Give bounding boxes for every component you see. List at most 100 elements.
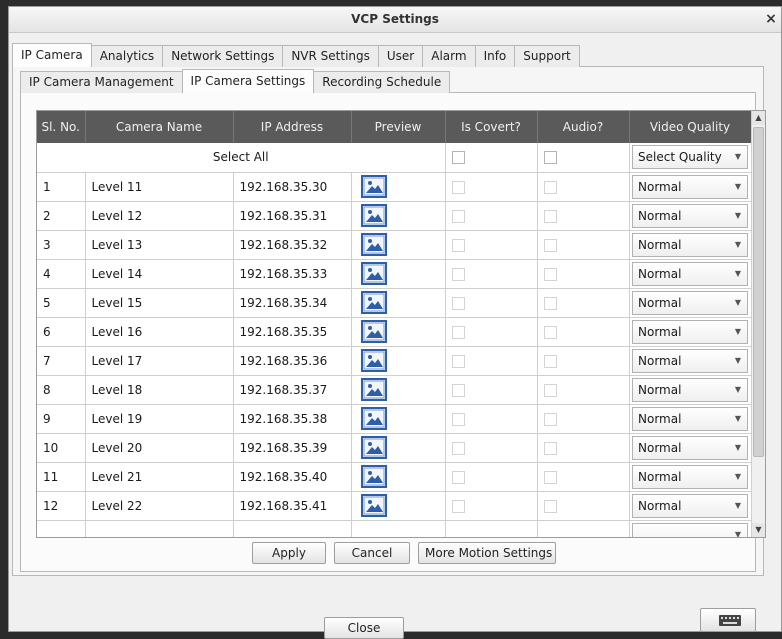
tab-info[interactable]: Info [474,45,516,67]
cancel-button[interactable]: Cancel [334,542,410,564]
tab-analytics[interactable]: Analytics [90,45,164,67]
is-covert-cell [445,317,538,347]
audio-checkbox[interactable] [543,441,557,455]
video-quality-dropdown[interactable]: Normal ▼ [632,406,748,431]
audio-checkbox[interactable] [543,354,557,368]
video-quality-dropdown[interactable]: Normal ▼ [632,493,748,518]
table-row[interactable]: 9 Level 19 192.168.35.38 Normal ▼ [37,404,752,434]
image-preview-icon[interactable] [360,407,387,430]
image-preview-icon[interactable] [360,378,387,401]
subtab-ip-camera-settings[interactable]: IP Camera Settings [181,69,315,93]
is-covert-checkbox[interactable] [451,383,465,397]
tab-nvr-settings[interactable]: NVR Settings [282,45,379,67]
tab-network-settings[interactable]: Network Settings [162,45,284,67]
is-covert-checkbox[interactable] [451,325,465,339]
table-row[interactable]: 4 Level 14 192.168.35.33 Normal ▼ [37,259,752,289]
image-preview-icon[interactable] [360,436,387,459]
keyboard-button[interactable] [700,608,756,632]
audio-checkbox[interactable] [543,238,557,252]
preview-cell [351,520,446,537]
scroll-thumb[interactable] [753,127,764,457]
table-row[interactable]: ▼ [37,520,752,537]
is-covert-checkbox[interactable] [451,267,465,281]
video-quality-dropdown[interactable]: ▼ [632,522,748,537]
audio-checkbox[interactable] [543,296,557,310]
is-covert-checkbox[interactable] [451,441,465,455]
table-scrollbar[interactable]: ▲ ▼ [751,111,765,537]
scroll-up-icon[interactable]: ▲ [752,111,765,125]
audio-checkbox[interactable] [543,325,557,339]
is-covert-checkbox[interactable] [451,209,465,223]
tab-ip-camera[interactable]: IP Camera [12,43,92,67]
select-all-audio-cell [537,143,630,173]
video-quality-dropdown[interactable]: Normal ▼ [632,464,748,489]
is-covert-checkbox[interactable] [451,354,465,368]
close-icon[interactable]: × [763,11,779,27]
audio-checkbox[interactable] [543,383,557,397]
audio-checkbox[interactable] [543,209,557,223]
is-covert-checkbox[interactable] [451,412,465,426]
video-quality-value: Normal [638,411,682,426]
video-quality-dropdown[interactable]: Normal ▼ [632,377,748,402]
image-preview-icon[interactable] [360,233,387,256]
chevron-down-icon: ▼ [734,442,741,452]
image-preview-icon[interactable] [360,494,387,517]
table-row[interactable]: 5 Level 15 192.168.35.34 Normal ▼ [37,288,752,318]
tab-support[interactable]: Support [514,45,580,67]
is-covert-checkbox[interactable] [451,296,465,310]
table-row[interactable]: 12 Level 22 192.168.35.41 Normal ▼ [37,491,752,521]
table-row[interactable]: 8 Level 18 192.168.35.37 Normal ▼ [37,375,752,405]
scroll-down-icon[interactable]: ▼ [752,523,765,537]
audio-checkbox[interactable] [543,267,557,281]
preview-cell [351,259,446,289]
is-covert-checkbox[interactable] [451,499,465,513]
subtab-ip-camera-management[interactable]: IP Camera Management [20,71,183,93]
image-preview-icon[interactable] [360,291,387,314]
table-row[interactable]: 2 Level 12 192.168.35.31 Normal ▼ [37,201,752,231]
preview-cell [351,491,446,521]
audio-checkbox[interactable] [543,180,557,194]
table-row[interactable]: 10 Level 20 192.168.35.39 Normal ▼ [37,433,752,463]
more-motion-settings-button[interactable]: More Motion Settings [418,542,556,564]
select-quality-dropdown[interactable]: Select Quality ▼ [632,145,748,170]
preview-cell [351,201,446,231]
image-preview-icon[interactable] [360,262,387,285]
ip-address-cell: 192.168.35.32 [233,230,352,260]
table-row[interactable]: 1 Level 11 192.168.35.30 Normal ▼ [37,172,752,202]
is-covert-checkbox[interactable] [451,470,465,484]
video-quality-dropdown[interactable]: Normal ▼ [632,435,748,460]
table-row[interactable]: 7 Level 17 192.168.35.36 Normal ▼ [37,346,752,376]
close-button[interactable]: Close [324,617,404,639]
table-row[interactable]: 3 Level 13 192.168.35.32 Normal ▼ [37,230,752,260]
subtab-recording-schedule[interactable]: Recording Schedule [313,71,451,93]
tab-alarm[interactable]: Alarm [422,45,476,67]
video-quality-dropdown[interactable]: Normal ▼ [632,290,748,315]
image-preview-icon[interactable] [360,204,387,227]
apply-button[interactable]: Apply [252,542,326,564]
select-all-covert-checkbox[interactable] [451,151,465,165]
video-quality-cell: Normal ▼ [629,230,752,260]
video-quality-dropdown[interactable]: Normal ▼ [632,174,748,199]
is-covert-checkbox[interactable] [451,180,465,194]
is-covert-cell [445,288,538,318]
table-row[interactable]: 6 Level 16 192.168.35.35 Normal ▼ [37,317,752,347]
image-preview-icon[interactable] [360,320,387,343]
image-preview-icon[interactable] [360,349,387,372]
audio-checkbox[interactable] [543,499,557,513]
audio-checkbox[interactable] [543,412,557,426]
is-covert-cell [445,404,538,434]
video-quality-cell: Normal ▼ [629,201,752,231]
sl-no-cell: 2 [37,201,86,231]
video-quality-dropdown[interactable]: Normal ▼ [632,203,748,228]
select-all-audio-checkbox[interactable] [543,151,557,165]
video-quality-dropdown[interactable]: Normal ▼ [632,261,748,286]
video-quality-dropdown[interactable]: Normal ▼ [632,348,748,373]
audio-checkbox[interactable] [543,470,557,484]
image-preview-icon[interactable] [360,175,387,198]
video-quality-dropdown[interactable]: Normal ▼ [632,232,748,257]
tab-user[interactable]: User [377,45,424,67]
is-covert-checkbox[interactable] [451,238,465,252]
video-quality-dropdown[interactable]: Normal ▼ [632,319,748,344]
image-preview-icon[interactable] [360,465,387,488]
table-row[interactable]: 11 Level 21 192.168.35.40 Normal ▼ [37,462,752,492]
